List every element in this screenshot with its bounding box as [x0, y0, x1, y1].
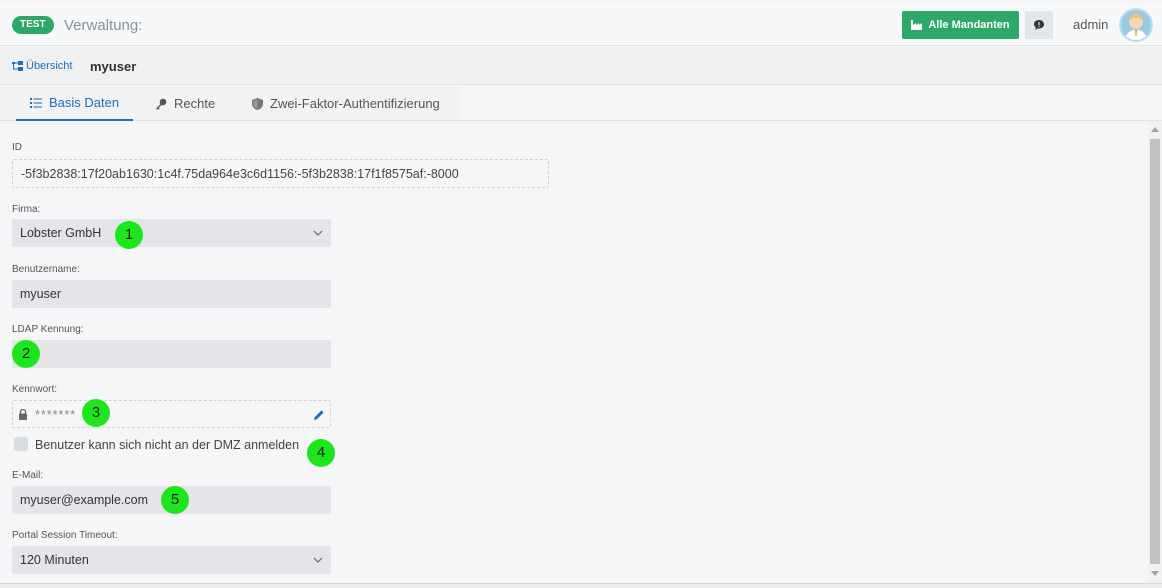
bottom-divider [0, 583, 1162, 588]
annotation-marker-3: 3 [82, 399, 110, 427]
scrollbar-thumb[interactable] [1150, 139, 1160, 564]
chevron-down-icon [313, 219, 323, 247]
breadcrumb: Übersicht myuser [0, 47, 1162, 85]
breadcrumb-current: myuser [90, 59, 137, 74]
user-avatar[interactable] [1119, 8, 1153, 42]
username-input[interactable]: myuser [12, 280, 331, 308]
tree-icon [12, 61, 23, 71]
dmz-checkbox[interactable] [14, 437, 28, 451]
app-title: Verwaltung: [64, 17, 143, 34]
timeout-select-value: 120 Minuten [20, 553, 89, 567]
ldap-input[interactable] [12, 340, 331, 368]
tab-zwei-faktor[interactable]: Zwei-Faktor-Authentifizierung [252, 86, 440, 121]
password-field[interactable]: ******* [12, 400, 331, 428]
user-name[interactable]: admin [1073, 17, 1108, 32]
annotation-marker-2: 2 [12, 340, 40, 368]
key-icon [156, 98, 167, 110]
id-label: ID [12, 142, 22, 153]
tab-rechte[interactable]: Rechte [155, 86, 215, 121]
dmz-checkbox-label: Benutzer kann sich nicht an der DMZ anme… [35, 438, 300, 452]
timeout-label: Portal Session Timeout: [12, 530, 118, 541]
tab-basis-daten[interactable]: Basis Daten [16, 86, 134, 121]
lock-icon [19, 409, 27, 420]
tab-label: Zwei-Faktor-Authentifizierung [270, 96, 440, 111]
breadcrumb-overview-label: Übersicht [26, 60, 73, 72]
annotation-marker-5: 5 [161, 486, 189, 514]
factory-icon [911, 20, 923, 30]
password-value: ******* [35, 408, 77, 422]
company-select[interactable]: Lobster GmbH [12, 219, 331, 247]
scroll-up-arrow-icon[interactable] [1151, 127, 1159, 132]
edit-pencil-icon[interactable] [313, 401, 325, 429]
tab-label: Rechte [174, 96, 216, 111]
breadcrumb-overview-link[interactable]: Übersicht [12, 60, 72, 72]
annotation-marker-4: 4 [307, 439, 335, 467]
all-clients-label: Alle Mandanten [928, 19, 1010, 31]
company-label: Firma: [12, 204, 41, 215]
id-field: -5f3b2838:17f20ab1630:1c4f.75da964e3c6d1… [12, 159, 549, 188]
all-clients-button[interactable]: Alle Mandanten [902, 11, 1019, 39]
vertical-scrollbar[interactable] [1148, 121, 1162, 583]
chat-bubble-icon [1034, 20, 1044, 30]
shield-icon [252, 97, 263, 110]
tab-bar: Basis Daten Rechte Zwei-Faktor-Authentif… [0, 86, 1162, 121]
chat-button[interactable] [1025, 11, 1053, 39]
company-select-value: Lobster GmbH [20, 226, 102, 240]
username-label: Benutzername: [12, 264, 80, 275]
top-header: TEST Verwaltung: Alle Mandanten admin [0, 4, 1162, 46]
ldap-label: LDAP Kennung: [12, 324, 84, 335]
scroll-down-arrow-icon[interactable] [1151, 571, 1159, 576]
annotation-marker-1: 1 [115, 221, 143, 249]
tab-label: Basis Daten [49, 95, 120, 110]
chevron-down-icon [313, 546, 323, 574]
avatar-icon [1125, 14, 1147, 40]
environment-badge: TEST [12, 16, 54, 34]
email-label: E-Mail: [12, 470, 44, 481]
timeout-select[interactable]: 120 Minuten [12, 546, 331, 574]
password-label: Kennwort: [12, 384, 58, 395]
list-icon [30, 97, 42, 108]
